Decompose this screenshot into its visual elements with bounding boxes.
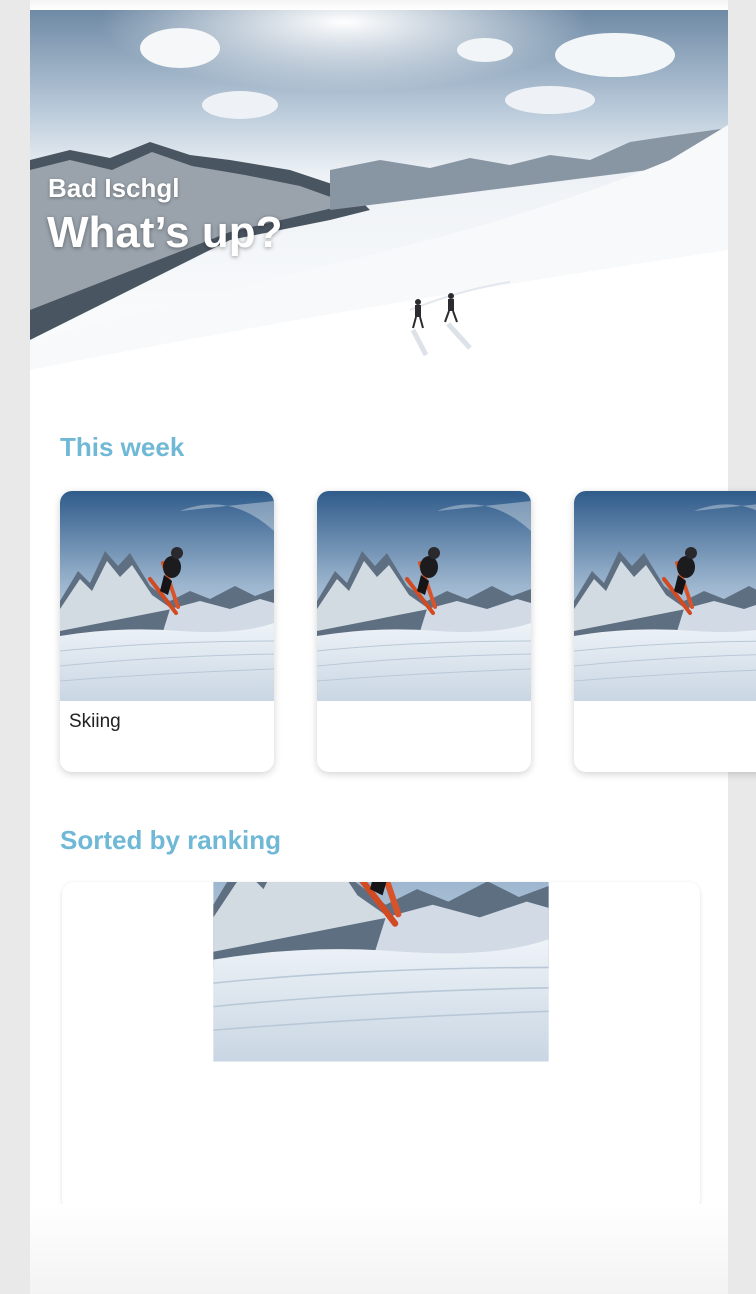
skier-photo — [317, 491, 531, 701]
location-name: Bad Ischgl — [48, 173, 180, 203]
card-image — [574, 491, 756, 701]
hero-banner: Bad Ischgl What’s up? — [30, 10, 728, 403]
card-image — [317, 491, 531, 701]
hero-mountain-photo — [30, 10, 728, 403]
page-title: What’s up? — [47, 208, 283, 257]
event-card[interactable]: Skiing — [60, 491, 274, 772]
top-edge — [30, 0, 728, 10]
skier-photo — [574, 491, 756, 701]
skier-photo — [60, 491, 274, 701]
card-label: Skiing — [69, 711, 121, 732]
event-card[interactable] — [574, 491, 756, 772]
skier-photo-large — [62, 882, 700, 1211]
event-card[interactable] — [317, 491, 531, 772]
section-title-this-week: This week — [60, 432, 185, 462]
bottom-area — [30, 1204, 728, 1294]
app-screen: Bad Ischgl What’s up? This week Skiing S… — [30, 0, 756, 1294]
card-image — [60, 491, 274, 701]
section-title-sorted-by-ranking: Sorted by ranking — [60, 825, 282, 855]
ranking-card[interactable] — [62, 882, 700, 1211]
